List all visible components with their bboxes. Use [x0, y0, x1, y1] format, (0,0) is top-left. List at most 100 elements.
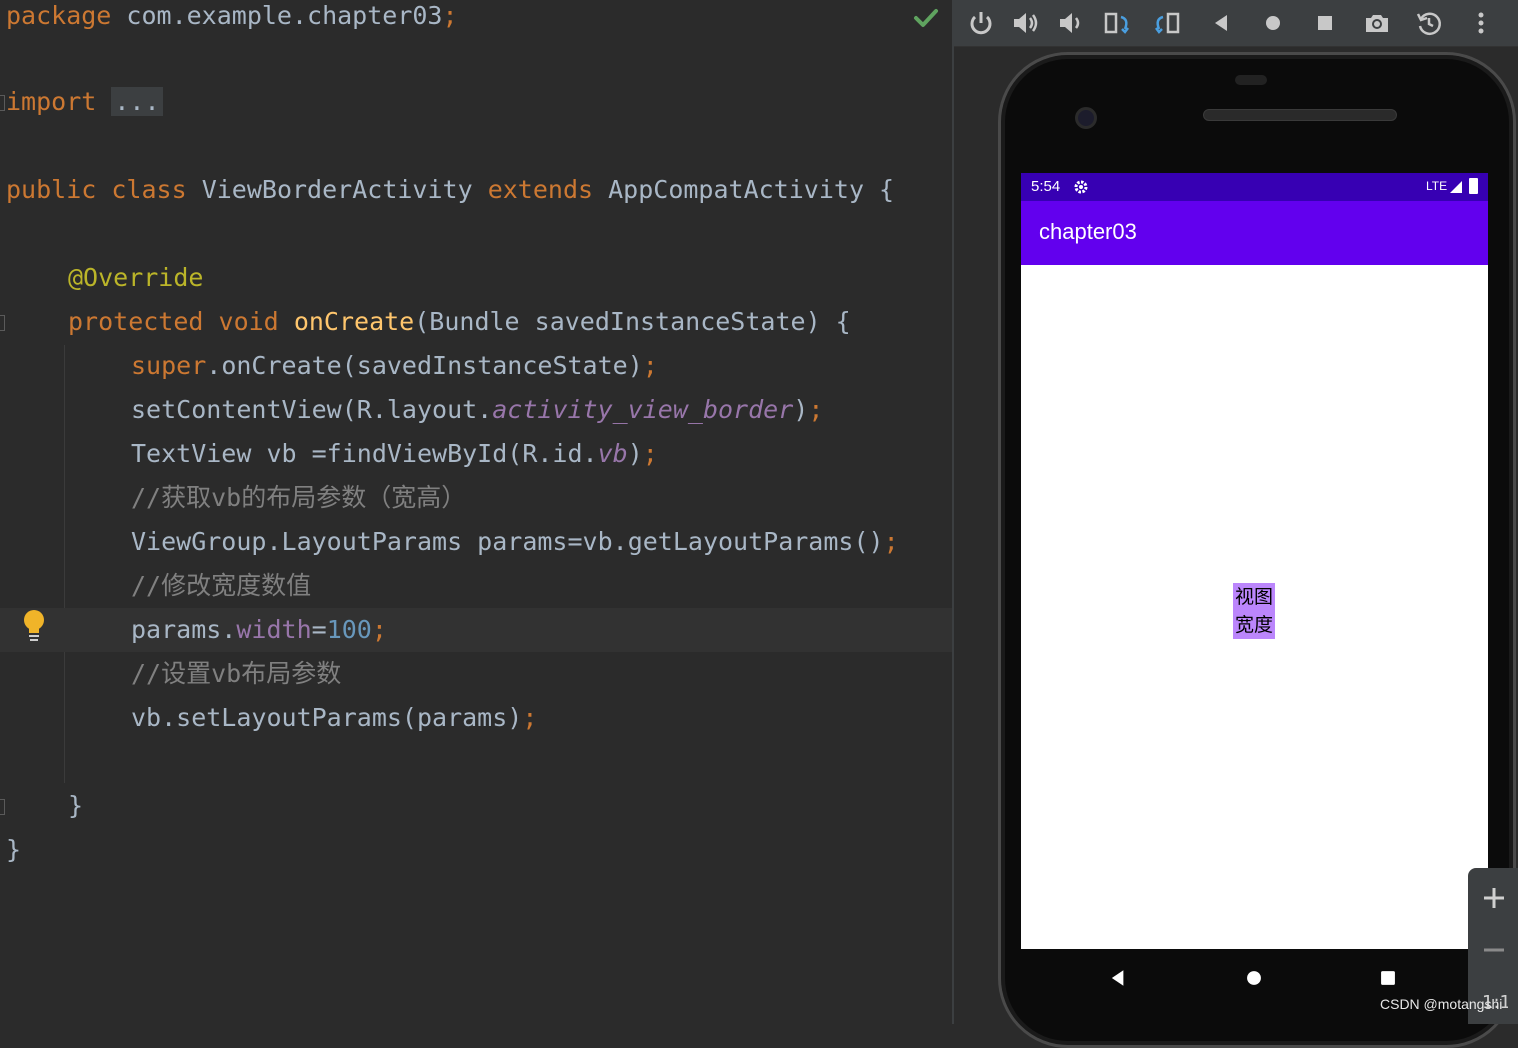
device-screen[interactable]: 5:54 LTE chapter03 视图宽度 — [1021, 173, 1488, 949]
semicolon: ; — [522, 703, 538, 732]
paren: ) — [627, 439, 643, 468]
code-line-package[interactable]: package com.example.chapter03; — [0, 0, 952, 38]
network-type: LTE — [1426, 179, 1448, 193]
semicolon: ; — [371, 615, 387, 644]
volume-up-icon — [1014, 13, 1038, 33]
zoom-in-icon[interactable] — [1480, 884, 1508, 912]
code-line-class[interactable]: public class ViewBorderActivity extends … — [0, 168, 952, 212]
class-name: ViewBorderActivity — [201, 175, 473, 204]
folded-imports[interactable]: ... — [111, 87, 163, 116]
rotate-left-icon — [1104, 12, 1129, 34]
app-bar: chapter03 — [1021, 201, 1488, 265]
sensor-slot — [1235, 75, 1267, 85]
package-name: com.example.chapter03 — [111, 1, 443, 30]
semicolon: ; — [642, 351, 658, 380]
field: width — [236, 615, 312, 644]
call: TextView vb =findViewById(R.id. — [131, 439, 598, 468]
volume-up-button[interactable] — [1008, 6, 1042, 40]
camera-icon — [1366, 15, 1388, 32]
method-name: onCreate — [293, 307, 415, 336]
front-camera-icon — [1075, 107, 1097, 129]
call: setContentView(R.layout. — [131, 395, 493, 424]
fold-marker-icon[interactable] — [0, 799, 5, 815]
code-line-oncreate[interactable]: protected void onCreate(Bundle savedInst… — [0, 300, 952, 344]
code-line-super[interactable]: super.onCreate(savedInstanceState); — [0, 344, 952, 388]
nav-home-button[interactable] — [1241, 965, 1267, 991]
keyword: package — [6, 1, 112, 30]
comment: //获取vb的布局参数（宽高） — [131, 483, 467, 512]
operator: = — [311, 615, 327, 644]
code-line-comment-2[interactable]: //修改宽度数值 — [0, 564, 952, 608]
code-line-setlayoutparams[interactable]: vb.setLayoutParams(params); — [0, 696, 952, 740]
keyword: void — [218, 307, 279, 336]
back-icon — [1215, 15, 1227, 31]
call: .onCreate(savedInstanceState) — [206, 351, 643, 380]
check-icon — [914, 9, 938, 27]
signal-icon — [1450, 181, 1462, 193]
nav-back-button[interactable] — [1105, 965, 1131, 991]
overview-icon — [1318, 16, 1332, 30]
semicolon: ; — [642, 439, 658, 468]
parent-class: AppCompatActivity — [608, 175, 864, 204]
code-line-textview[interactable]: TextView vb =findViewById(R.id.vb); — [0, 432, 952, 476]
status-bar: 5:54 LTE — [1021, 173, 1488, 201]
keyword: class — [111, 175, 187, 204]
zoom-out-icon[interactable] — [1480, 936, 1508, 964]
code-line-setcontentview[interactable]: setContentView(R.layout.activity_view_bo… — [0, 388, 952, 432]
overview-icon — [1381, 971, 1395, 985]
lightbulb-icon[interactable] — [20, 608, 48, 642]
battery-icon — [1469, 178, 1478, 194]
code-line-close-method[interactable]: } — [0, 784, 952, 828]
object: params. — [131, 615, 237, 644]
power-button[interactable] — [964, 6, 998, 40]
snapshot-icon — [1416, 12, 1441, 36]
overview-button[interactable] — [1308, 6, 1342, 40]
keyword: public — [6, 175, 97, 204]
code-editor[interactable]: package com.example.chapter03; import ..… — [0, 0, 952, 1024]
code-line-close-class[interactable]: } — [0, 828, 952, 872]
snapshot-button[interactable] — [1412, 6, 1446, 40]
home-button[interactable] — [1256, 6, 1290, 40]
code-line-width-current[interactable]: params.width=100; — [0, 608, 952, 652]
earpiece-speaker — [1203, 109, 1397, 121]
semicolon: ; — [442, 1, 458, 30]
brace: } — [68, 791, 84, 820]
watermark: CSDN @motangshi — [1380, 996, 1503, 1012]
status-time: 5:54 — [1031, 178, 1061, 195]
rotate-left-button[interactable] — [1100, 6, 1134, 40]
resource-id: vb — [597, 439, 628, 468]
emulator-panel: 5:54 LTE chapter03 视图宽度 — [952, 0, 1518, 1048]
view-border-textview[interactable]: 视图宽度 — [1233, 583, 1275, 639]
volume-down-button[interactable] — [1052, 6, 1086, 40]
gear-icon — [1074, 180, 1088, 194]
device-frame: 5:54 LTE chapter03 视图宽度 — [998, 52, 1516, 1048]
annotation: @Override — [68, 263, 204, 292]
nav-overview-button[interactable] — [1375, 965, 1401, 991]
power-icon — [970, 12, 992, 35]
screenshot-button[interactable] — [1360, 6, 1394, 40]
statement: ViewGroup.LayoutParams params=vb.getLayo… — [131, 527, 884, 556]
semicolon: ; — [808, 395, 824, 424]
fold-marker-icon[interactable] — [0, 315, 5, 331]
brace: } — [6, 835, 22, 864]
app-title: chapter03 — [1039, 219, 1137, 244]
keyword: import — [6, 87, 97, 116]
rotate-right-icon — [1155, 12, 1180, 34]
call: vb.setLayoutParams(params) — [131, 703, 523, 732]
fold-marker-icon[interactable] — [0, 95, 5, 111]
rotate-right-button[interactable] — [1150, 6, 1184, 40]
code-line-override[interactable]: @Override — [0, 256, 952, 300]
paren: ) — [793, 395, 809, 424]
number: 100 — [326, 615, 372, 644]
volume-down-icon — [1060, 13, 1080, 33]
code-line-comment-3[interactable]: //设置vb布局参数 — [0, 652, 952, 696]
emulator-toolbar — [954, 0, 1518, 47]
back-icon — [1111, 970, 1124, 986]
code-line-comment-1[interactable]: //获取vb的布局参数（宽高） — [0, 476, 952, 520]
keyword: protected — [68, 307, 204, 336]
back-button[interactable] — [1204, 6, 1238, 40]
code-line-params[interactable]: ViewGroup.LayoutParams params=vb.getLayo… — [0, 520, 952, 564]
more-button[interactable] — [1464, 6, 1498, 40]
code-line-import[interactable]: import ... — [0, 80, 952, 124]
more-icon — [1478, 12, 1484, 34]
